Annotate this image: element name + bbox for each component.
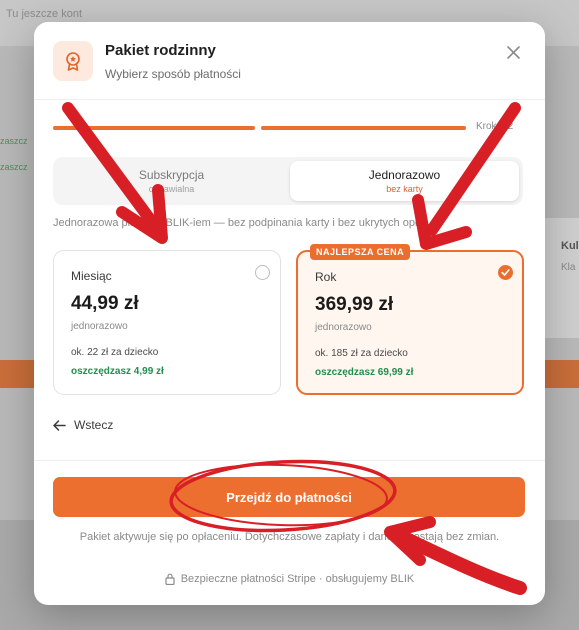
tab-one-time[interactable]: Jednorazowo bez karty [290, 161, 519, 201]
tab-subscription[interactable]: Subskrypcja odnawialna [57, 161, 286, 201]
plan-price: 369,99 zł [315, 294, 394, 315]
step-2-bar [261, 126, 466, 130]
activation-note: Pakiet aktywuje się po opłaceniu. Dotych… [79, 531, 500, 543]
badge-icon [53, 41, 93, 81]
plan-per-child: ok. 185 zł za dziecko [315, 348, 408, 359]
back-button[interactable]: Wstecz [53, 416, 113, 434]
plan-card-month[interactable]: Miesiąc 44,99 zł jednorazowo ok. 22 zł z… [53, 250, 281, 395]
tab-subscription-sublabel: odnawialna [148, 184, 195, 194]
plan-billing: jednorazowo [315, 322, 372, 333]
plan-billing: jednorazowo [71, 321, 128, 332]
plan-name: Rok [315, 270, 337, 284]
step-1-bar [53, 126, 255, 130]
background-side-text: zaszcz [0, 136, 28, 146]
secure-payments-row: Bezpieczne płatności Stripe · obsługujem… [34, 573, 545, 585]
tab-one-time-sublabel: bez karty [386, 184, 423, 194]
lock-icon [165, 573, 175, 585]
info-text: Jednorazowa płatność BLIK-iem — bez podp… [53, 217, 430, 229]
close-button[interactable] [503, 42, 523, 62]
payment-modal: Pakiet rodzinny Wybierz sposób płatności… [34, 22, 545, 605]
payment-type-toggle: Subskrypcja odnawialna Jednorazowo bez k… [53, 157, 523, 205]
plan-card-year[interactable]: NAJLEPSZA CENA Rok 369,99 zł jednorazowo… [296, 244, 524, 395]
plan-year-radio-checked[interactable] [498, 265, 513, 280]
arrow-left-icon [53, 419, 66, 431]
background-side-text: zaszcz [0, 162, 28, 172]
proceed-to-payment-button[interactable]: Przejdź do płatności [53, 477, 525, 517]
modal-title: Pakiet rodzinny [105, 42, 216, 59]
modal-subtitle: Wybierz sposób płatności [105, 67, 241, 81]
footer-divider [34, 460, 545, 461]
plan-month-radio[interactable] [255, 265, 270, 280]
plan-name: Miesiąc [71, 269, 112, 283]
tab-one-time-label: Jednorazowo [368, 168, 441, 182]
step-label: Krok 2/2 [476, 121, 514, 132]
back-label: Wstecz [74, 418, 114, 432]
background-top-text: Tu jeszcze kont [6, 8, 83, 20]
plan-price: 44,99 zł [71, 293, 139, 314]
background-right-subtitle: Kla [561, 262, 576, 273]
secure-payments-text: Bezpieczne płatności Stripe · obsługujem… [180, 573, 415, 585]
best-price-badge: NAJLEPSZA CENA [310, 244, 411, 260]
plan-saving: oszczędzasz 4,99 zł [71, 366, 164, 377]
background-right-card [545, 218, 579, 338]
tab-subscription-label: Subskrypcja [138, 168, 205, 182]
background-right-title: Kul [561, 240, 579, 252]
check-icon [501, 269, 510, 276]
modal-header: Pakiet rodzinny Wybierz sposób płatności [34, 22, 545, 100]
close-icon [506, 45, 520, 59]
plan-saving: oszczędzasz 69,99 zł [315, 367, 414, 378]
plan-per-child: ok. 22 zł za dziecko [71, 347, 159, 358]
